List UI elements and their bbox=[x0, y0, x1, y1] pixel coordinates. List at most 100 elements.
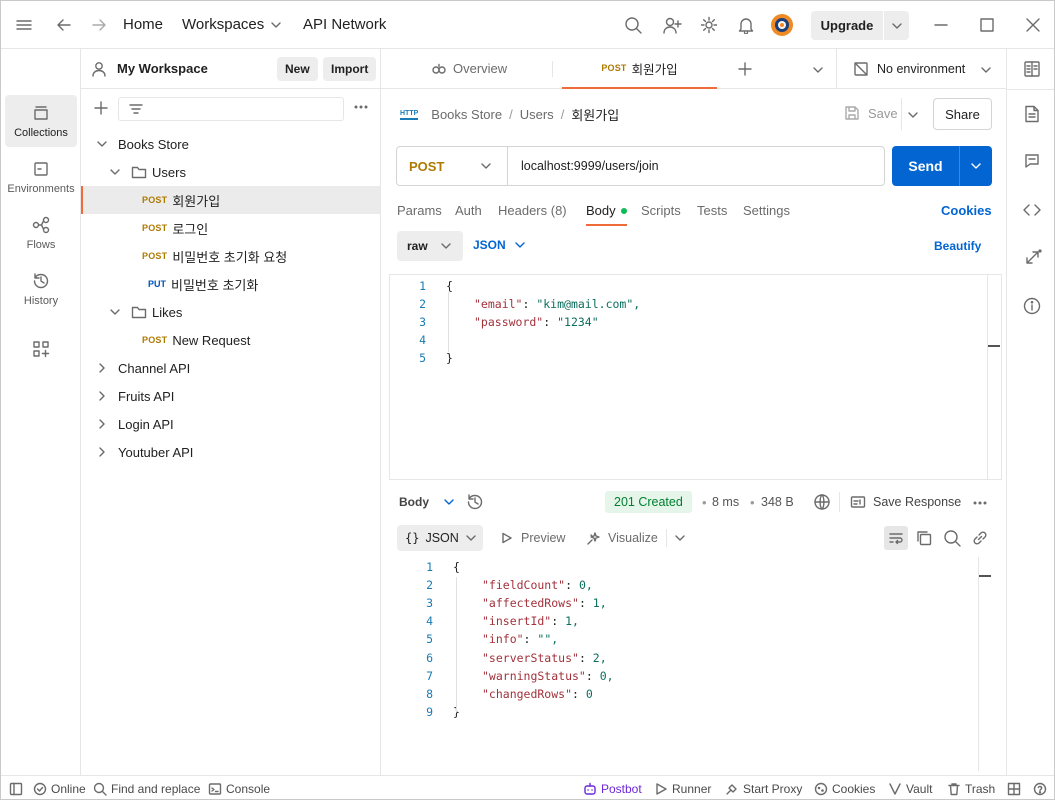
response-body-viewer[interactable]: 1 {2 "fieldCount": 0, 3 "affectedRows": 1, 4 "… bbox=[389, 557, 1002, 771]
body-mode-select[interactable]: raw bbox=[397, 231, 463, 261]
search-icon[interactable] bbox=[943, 529, 961, 547]
back-icon[interactable] bbox=[55, 16, 73, 34]
url-input[interactable]: localhost:9999/users/join bbox=[521, 159, 659, 173]
tab-overview[interactable]: Overview bbox=[431, 61, 507, 76]
rail-environments[interactable]: Environments bbox=[5, 151, 77, 203]
console-button[interactable]: Console bbox=[208, 782, 270, 796]
folder-users[interactable]: Users bbox=[81, 158, 380, 186]
request-signup[interactable]: POST 회원가입 bbox=[81, 186, 380, 214]
new-tab-plus-icon[interactable] bbox=[737, 61, 753, 77]
chevron-down-icon[interactable] bbox=[891, 20, 903, 32]
menu-icon[interactable] bbox=[15, 17, 33, 33]
nav-workspaces[interactable]: Workspaces bbox=[182, 16, 282, 33]
settings-gear-icon[interactable] bbox=[700, 16, 718, 34]
configure-workbench-icon[interactable] bbox=[32, 340, 50, 358]
chevron-down-icon[interactable] bbox=[980, 64, 992, 76]
folder-likes[interactable]: Likes bbox=[81, 298, 380, 326]
comments-icon[interactable] bbox=[1024, 153, 1040, 169]
collection-youtuber-api[interactable]: Youtuber API bbox=[81, 438, 380, 466]
tab-auth[interactable]: Auth bbox=[455, 203, 482, 218]
collection-login-api[interactable]: Login API bbox=[81, 410, 380, 438]
import-button[interactable]: Import bbox=[323, 57, 377, 81]
collection-channel-api[interactable]: Channel API bbox=[81, 354, 380, 382]
more-options-icon[interactable] bbox=[972, 498, 988, 508]
minimize-icon[interactable] bbox=[933, 17, 949, 33]
vault-button[interactable]: Vault bbox=[888, 782, 932, 796]
notifications-bell-icon[interactable] bbox=[737, 16, 755, 34]
filter-input[interactable] bbox=[118, 97, 344, 121]
rail-flows[interactable]: Flows bbox=[5, 207, 77, 259]
search-icon[interactable] bbox=[624, 16, 642, 34]
response-body-selector[interactable]: Body bbox=[399, 495, 455, 509]
new-button[interactable]: New bbox=[277, 57, 318, 81]
response-history-icon[interactable] bbox=[466, 493, 484, 511]
method-selector[interactable]: POST bbox=[397, 147, 508, 185]
response-size[interactable]: 348 B bbox=[761, 495, 794, 509]
response-format-select[interactable]: {} JSON bbox=[397, 525, 483, 551]
tab-params[interactable]: Params bbox=[397, 203, 442, 218]
save-response-button[interactable]: Save Response bbox=[850, 495, 961, 509]
maximize-icon[interactable] bbox=[979, 17, 995, 33]
trash-button[interactable]: Trash bbox=[947, 782, 995, 796]
online-status[interactable]: Online bbox=[33, 782, 86, 796]
environment-quick-look-icon[interactable] bbox=[1023, 60, 1041, 78]
nav-home[interactable]: Home bbox=[123, 16, 163, 33]
copy-icon[interactable] bbox=[915, 529, 933, 547]
related-collections-icon[interactable] bbox=[1024, 249, 1042, 267]
response-time[interactable]: 8 ms bbox=[712, 495, 739, 509]
rail-collections[interactable]: Collections bbox=[5, 95, 77, 147]
info-icon[interactable] bbox=[1023, 297, 1041, 315]
scrollbar-thumb[interactable] bbox=[988, 345, 1000, 347]
close-icon[interactable] bbox=[1025, 17, 1041, 33]
tab-tests[interactable]: Tests bbox=[697, 203, 727, 218]
chevron-down-icon[interactable] bbox=[970, 160, 982, 172]
save-dropdown-chevron-icon[interactable] bbox=[907, 109, 919, 121]
chevron-down-icon[interactable] bbox=[674, 532, 686, 544]
visualize-button[interactable]: Visualize bbox=[586, 530, 658, 546]
find-replace-button[interactable]: Find and replace bbox=[93, 782, 200, 796]
forward-icon[interactable] bbox=[90, 16, 108, 34]
save-button[interactable]: Save bbox=[844, 105, 898, 121]
breadcrumb-collection[interactable]: Books Store bbox=[431, 107, 502, 122]
collection-books-store[interactable]: Books Store bbox=[81, 130, 380, 158]
preview-button[interactable]: Preview bbox=[501, 531, 565, 545]
start-proxy-button[interactable]: Start Proxy bbox=[725, 782, 802, 796]
request-new-request[interactable]: POST New Request bbox=[81, 326, 380, 354]
wrap-lines-icon[interactable] bbox=[884, 526, 908, 550]
postbot-button[interactable]: Postbot bbox=[583, 782, 642, 796]
code-icon[interactable] bbox=[1023, 202, 1041, 218]
request-body-editor[interactable]: 1 2 3 4 5 { "email": "kim@mail.com", "pa… bbox=[389, 274, 1002, 480]
tab-settings[interactable]: Settings bbox=[743, 203, 790, 218]
request-password-reset[interactable]: PUT 비밀번호 초기화 bbox=[81, 270, 380, 298]
toggle-sidebar-icon[interactable] bbox=[9, 782, 23, 796]
help-icon[interactable] bbox=[1033, 782, 1047, 796]
documentation-icon[interactable] bbox=[1024, 105, 1040, 123]
send-button[interactable]: Send bbox=[892, 146, 992, 186]
add-collection-icon[interactable] bbox=[93, 100, 109, 116]
request-password-reset-request[interactable]: POST 비밀번호 초기화 요청 bbox=[81, 242, 380, 270]
tab-scripts[interactable]: Scripts bbox=[641, 203, 681, 218]
breadcrumb-request[interactable]: 회원가입 bbox=[571, 105, 619, 124]
link-icon[interactable] bbox=[971, 529, 989, 547]
scrollbar-thumb[interactable] bbox=[979, 575, 991, 577]
tabs-dropdown-chevron-icon[interactable] bbox=[812, 64, 824, 76]
layout-icon[interactable] bbox=[1007, 782, 1021, 796]
invite-user-icon[interactable] bbox=[662, 16, 682, 34]
cookies-button[interactable]: Cookies bbox=[814, 782, 875, 796]
environment-selector[interactable]: No environment bbox=[853, 61, 965, 77]
nav-api-network[interactable]: API Network bbox=[303, 16, 386, 33]
share-button[interactable]: Share bbox=[933, 98, 992, 130]
breadcrumb-folder[interactable]: Users bbox=[520, 107, 554, 122]
upgrade-button[interactable]: Upgrade bbox=[811, 11, 909, 40]
cookies-link[interactable]: Cookies bbox=[941, 203, 992, 218]
avatar[interactable] bbox=[770, 13, 794, 37]
body-format-select[interactable]: JSON bbox=[473, 238, 526, 252]
tab-body[interactable]: Body bbox=[586, 203, 627, 226]
network-globe-icon[interactable] bbox=[813, 493, 831, 511]
collection-fruits-api[interactable]: Fruits API bbox=[81, 382, 380, 410]
runner-button[interactable]: Runner bbox=[654, 782, 711, 796]
status-badge[interactable]: 201 Created bbox=[605, 491, 692, 513]
beautify-button[interactable]: Beautify bbox=[934, 239, 981, 253]
more-options-icon[interactable] bbox=[353, 102, 369, 112]
tab-signup[interactable]: POST 회원가입 bbox=[562, 49, 717, 89]
